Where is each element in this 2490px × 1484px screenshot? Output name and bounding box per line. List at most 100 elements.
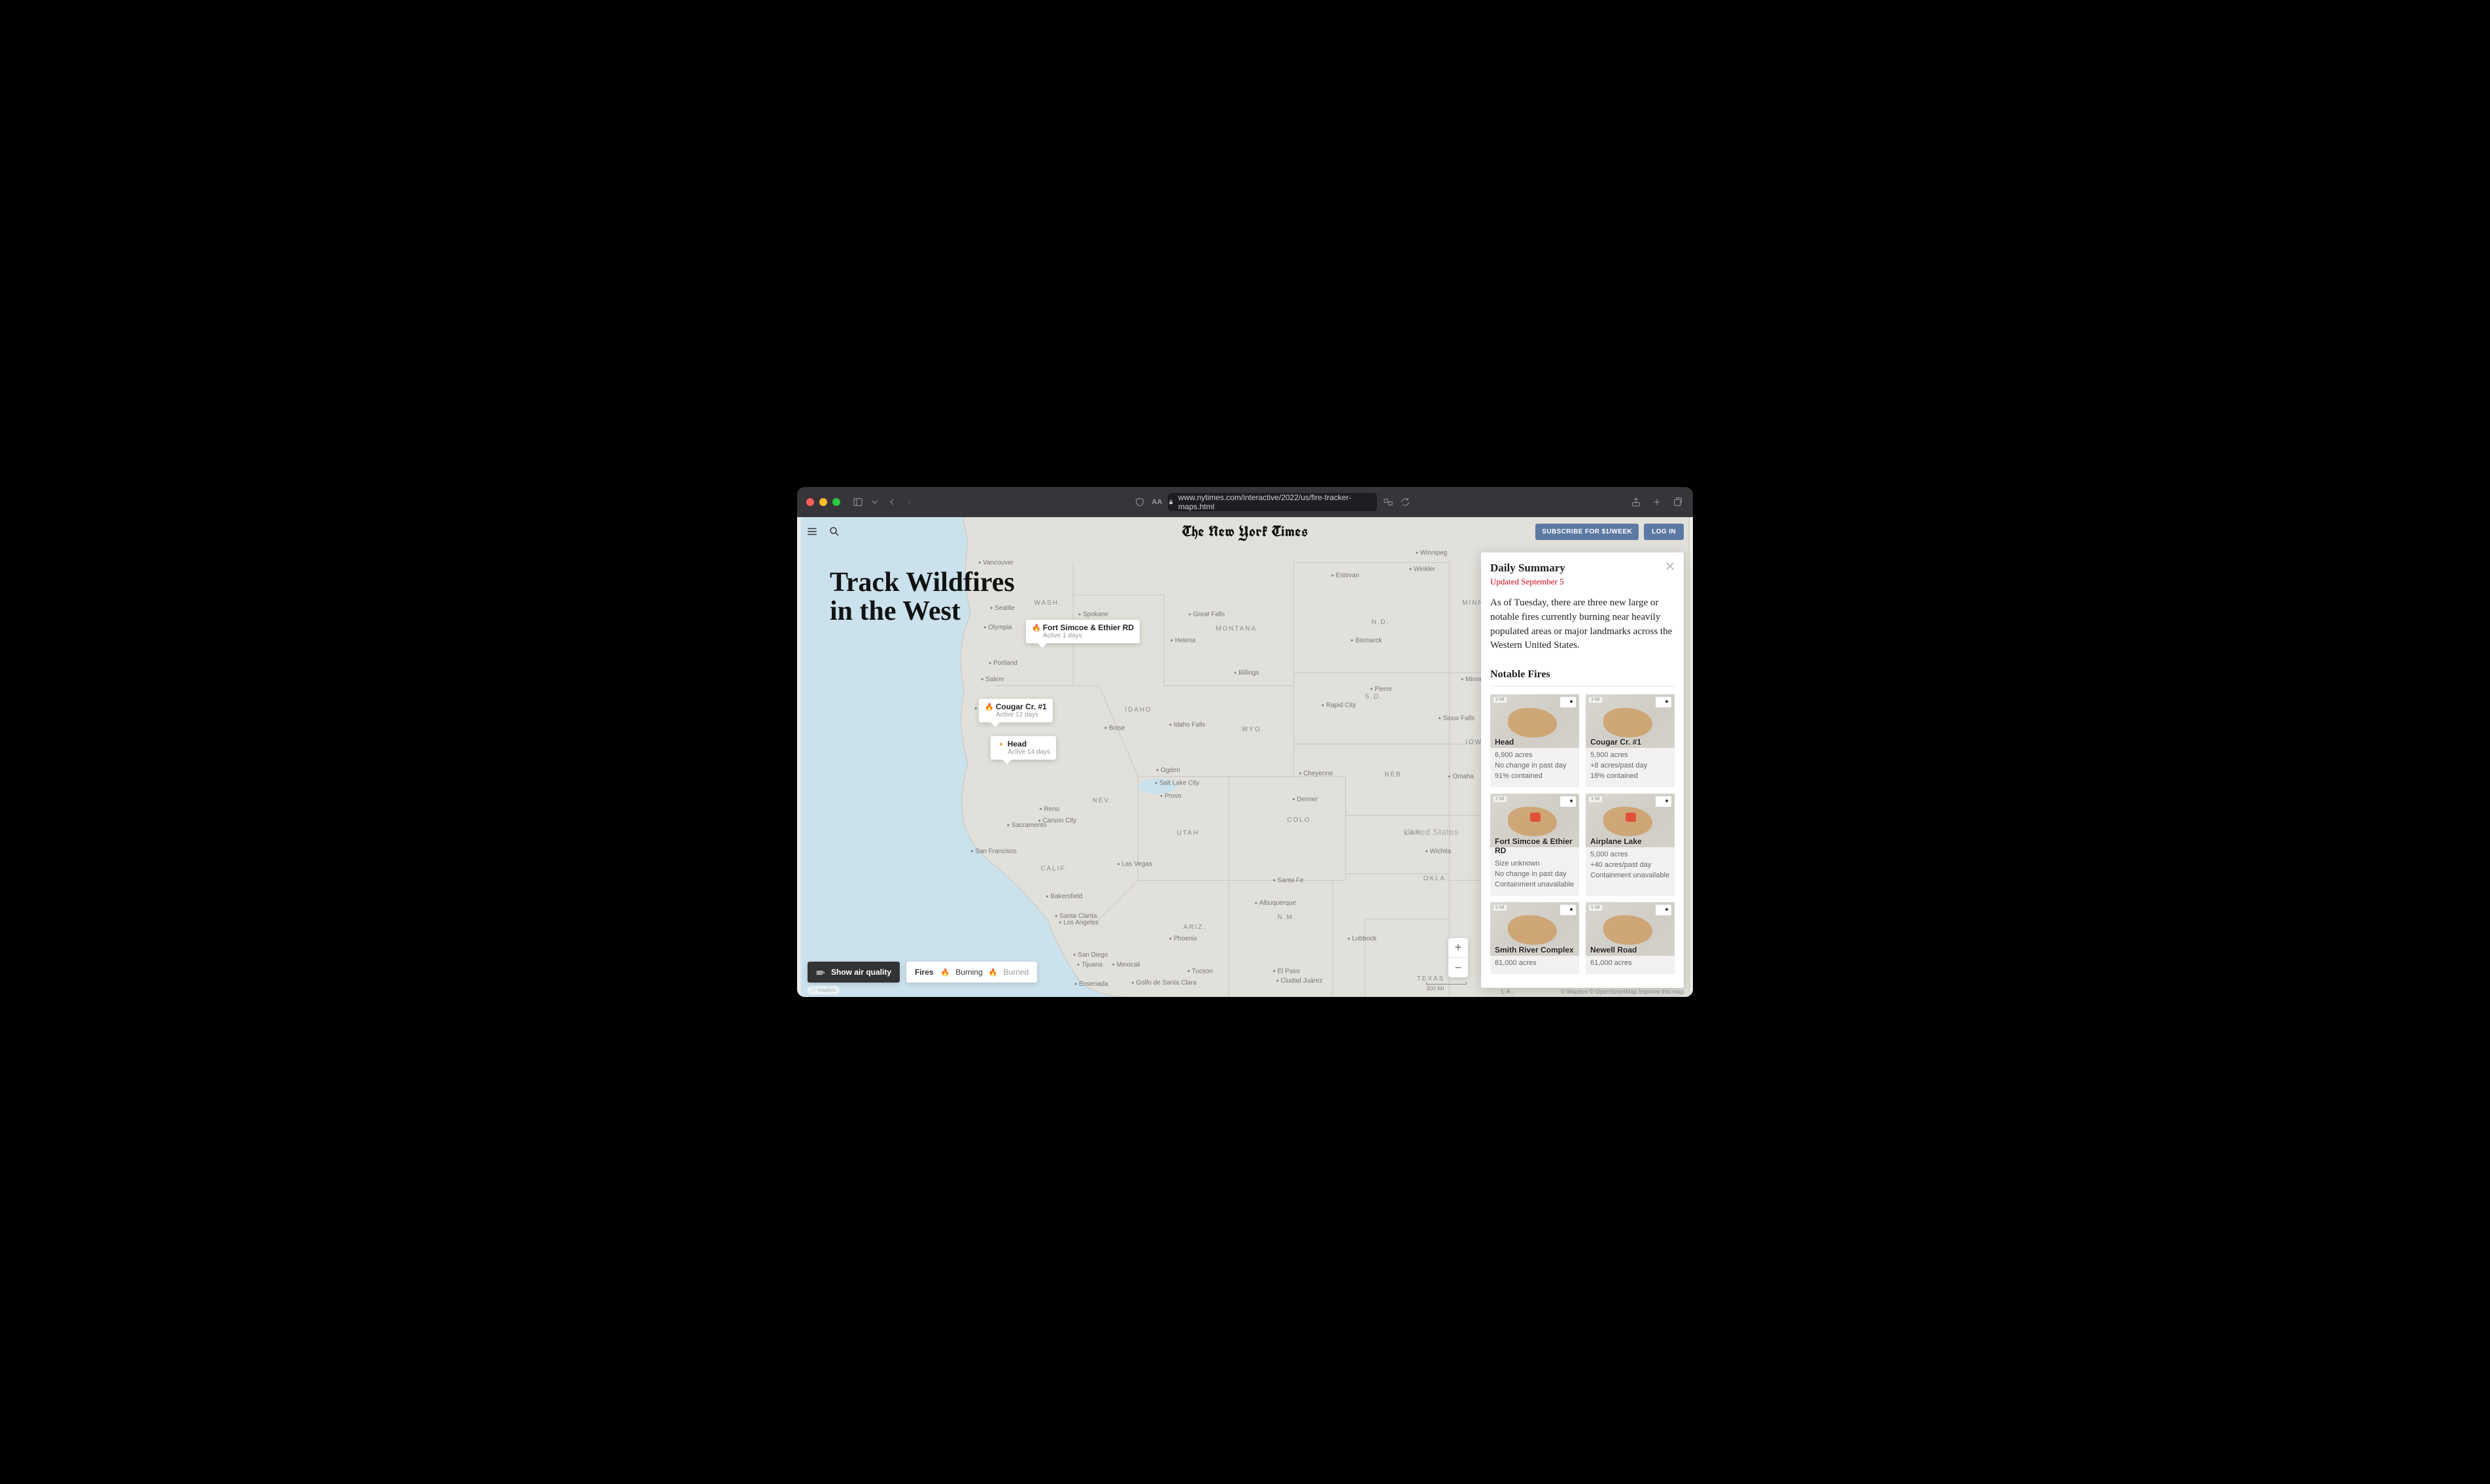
tabs-icon[interactable] bbox=[1672, 496, 1684, 508]
fire-card[interactable]: 5 MI Smith River Complex 81,000 acres bbox=[1490, 902, 1579, 974]
panel-title: Daily Summary bbox=[1490, 562, 1675, 575]
fire-card[interactable]: 5 MI Newell Road 61,000 acres bbox=[1586, 902, 1675, 974]
zoom-control: + − bbox=[1448, 938, 1468, 977]
text-size-icon[interactable]: AA bbox=[1151, 496, 1163, 508]
card-meta: 6,900 acres No change in past day 91% co… bbox=[1490, 750, 1579, 787]
fire-callout[interactable]: 🔸HeadActive 14 days bbox=[991, 736, 1056, 760]
city-label: Santa Fe bbox=[1278, 877, 1305, 884]
shield-icon[interactable] bbox=[1134, 496, 1146, 508]
card-acres: 61,000 acres bbox=[1590, 958, 1670, 969]
city-label: Winnipeg bbox=[1420, 550, 1447, 557]
mapbox-logo[interactable]: ⓘ mapbox bbox=[808, 986, 840, 994]
city-dot bbox=[1040, 808, 1042, 810]
fire-card[interactable]: 2 MI Fort Simcoe & Ethier RD Size unknow… bbox=[1490, 794, 1579, 896]
state-label: LA. bbox=[1501, 988, 1515, 996]
city-dot bbox=[1132, 982, 1134, 984]
back-icon[interactable] bbox=[886, 496, 898, 508]
masthead-logo[interactable]: The New York Times bbox=[1182, 522, 1308, 541]
city-dot bbox=[1160, 795, 1162, 797]
city-dot bbox=[1187, 970, 1189, 972]
city-dot bbox=[975, 707, 977, 709]
card-change: +8 acres/past day bbox=[1590, 761, 1670, 771]
city-label: Pierre bbox=[1374, 686, 1392, 693]
panel-summary: As of Tuesday, there are three new large… bbox=[1490, 596, 1675, 653]
city-label: Helena bbox=[1175, 637, 1196, 644]
state-label: COLO. bbox=[1287, 817, 1314, 824]
city-dot bbox=[1059, 921, 1061, 923]
login-button[interactable]: LOG IN bbox=[1644, 524, 1684, 540]
city-label: Golfo de Santa Clara bbox=[1136, 979, 1197, 987]
city-dot bbox=[1448, 775, 1450, 777]
city-dot bbox=[1170, 639, 1172, 641]
card-contain: 91% contained bbox=[1495, 771, 1575, 782]
subscribe-button[interactable]: SUBSCRIBE FOR $1/WEEK bbox=[1535, 524, 1639, 540]
card-contain: Containment unavailable bbox=[1495, 880, 1575, 890]
search-icon[interactable] bbox=[828, 526, 840, 537]
city-label: Ogden bbox=[1161, 767, 1180, 774]
scale-bar: 300 MI bbox=[1426, 982, 1467, 992]
city-label: Las Vegas bbox=[1122, 861, 1152, 868]
air-quality-toggle[interactable]: Show air quality bbox=[808, 962, 900, 983]
state-label: NEV. bbox=[1093, 797, 1112, 804]
city-label: Los Angeles bbox=[1063, 919, 1099, 926]
thumb-scale: 3 MI bbox=[1589, 796, 1602, 802]
card-meta: 5,900 acres +8 acres/past day 18% contai… bbox=[1586, 750, 1675, 787]
callout-name: Fort Simcoe & Ethier RD bbox=[1043, 623, 1134, 632]
city-dot bbox=[1112, 964, 1114, 966]
fire-callout[interactable]: 🔥Cougar Cr. #1Active 12 days bbox=[979, 699, 1053, 722]
fire-callout[interactable]: 🔥Fort Simcoe & Ethier RDActive 1 days bbox=[1026, 620, 1140, 643]
close-icon[interactable] bbox=[1664, 560, 1676, 572]
map-attribution[interactable]: © Mapbox © OpenStreetMap Improve this ma… bbox=[1561, 988, 1684, 995]
country-label: United States bbox=[1404, 827, 1459, 837]
city-label: Spokane bbox=[1083, 611, 1109, 618]
state-label: IDAHO bbox=[1125, 707, 1152, 714]
card-change: No change in past day bbox=[1495, 869, 1575, 880]
scale-label: 300 MI bbox=[1426, 985, 1444, 992]
city-label: Salem bbox=[985, 676, 1004, 683]
share-icon[interactable] bbox=[1630, 496, 1642, 508]
sidebar-toggle-icon[interactable] bbox=[852, 496, 864, 508]
state-label: WYO. bbox=[1242, 726, 1264, 733]
city-dot bbox=[1322, 704, 1323, 706]
city-label: Idaho Falls bbox=[1174, 721, 1206, 728]
thumb-scale: 2 MI bbox=[1493, 796, 1507, 802]
city-dot bbox=[1461, 678, 1463, 680]
fire-icon: 🔥 bbox=[985, 703, 994, 711]
thumb-scale: 3 MI bbox=[1493, 697, 1507, 703]
burned-label: Burned bbox=[1003, 968, 1029, 977]
new-tab-icon[interactable] bbox=[1651, 496, 1663, 508]
fires-label: Fires bbox=[915, 968, 934, 977]
city-dot bbox=[1273, 970, 1275, 972]
city-dot bbox=[1169, 724, 1171, 726]
lock-icon bbox=[1168, 499, 1174, 505]
city-label: Santa Clarita bbox=[1059, 913, 1097, 920]
hamburger-icon[interactable] bbox=[806, 526, 818, 537]
forward-icon[interactable] bbox=[903, 496, 915, 508]
zoom-out-button[interactable]: − bbox=[1448, 958, 1468, 977]
zoom-in-button[interactable]: + bbox=[1448, 938, 1468, 958]
air-quality-label: Show air quality bbox=[831, 968, 891, 977]
city-label: Mexicali bbox=[1117, 961, 1140, 968]
mini-state-icon bbox=[1560, 796, 1576, 807]
translate-icon[interactable] bbox=[1382, 496, 1394, 508]
fire-card[interactable]: 3 MI Airplane Lake 5,000 acres +40 acres… bbox=[1586, 794, 1675, 896]
city-label: Lubbock bbox=[1352, 936, 1377, 943]
burning-label: Burning bbox=[955, 968, 982, 977]
city-dot bbox=[1046, 896, 1048, 898]
fire-card[interactable]: 3 MI Head 6,900 acres No change in past … bbox=[1490, 694, 1579, 787]
summary-panel: Daily Summary Updated September 5 As of … bbox=[1481, 552, 1684, 988]
city-label: San Francisco bbox=[975, 848, 1017, 855]
chevron-down-icon[interactable] bbox=[869, 496, 881, 508]
fire-card[interactable]: 3 MI Cougar Cr. #1 5,900 acres +8 acres/… bbox=[1586, 694, 1675, 787]
city-dot bbox=[1117, 863, 1119, 865]
card-name: Head bbox=[1490, 737, 1579, 747]
url-bar[interactable]: www.nytimes.com/interactive/2022/us/fire… bbox=[1168, 493, 1376, 511]
reload-icon[interactable] bbox=[1399, 496, 1411, 508]
thumb-scale: 3 MI bbox=[1589, 697, 1602, 703]
page-title: Track Wildfires in the West bbox=[830, 568, 1015, 626]
city-label: Wichita bbox=[1430, 848, 1452, 855]
city-dot bbox=[1348, 937, 1350, 939]
city-label: Tijuana bbox=[1082, 961, 1103, 968]
state-label: OKLA. bbox=[1424, 875, 1449, 882]
window-controls[interactable] bbox=[806, 498, 840, 506]
